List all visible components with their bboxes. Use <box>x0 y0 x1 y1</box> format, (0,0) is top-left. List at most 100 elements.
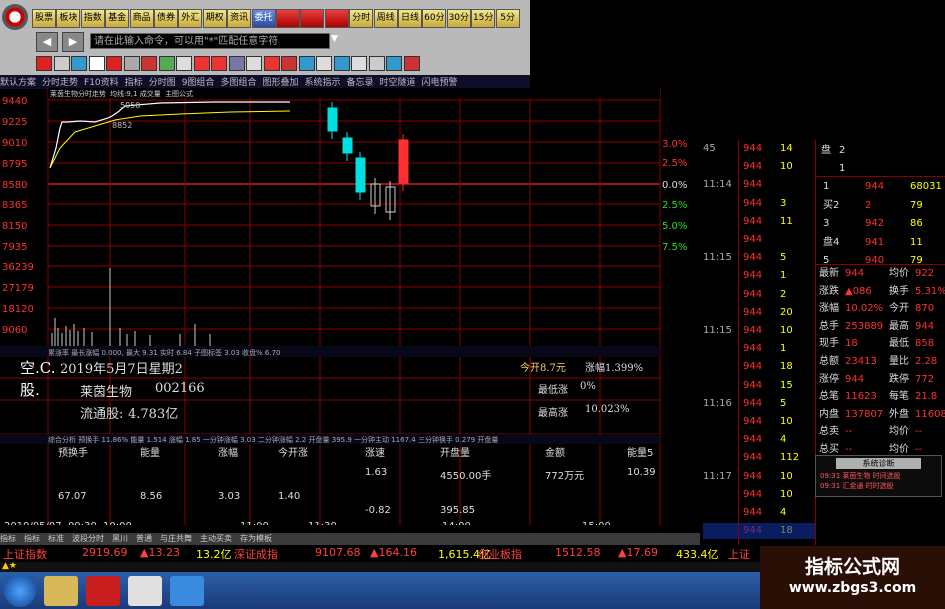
function-tab[interactable]: 图形叠加 <box>262 78 298 88</box>
toolbar-button-label: 5分 <box>500 13 515 23</box>
table-cell: 能量 <box>140 448 160 459</box>
tick-volume: 15 <box>780 379 793 391</box>
intraday-chart[interactable]: 9440 9225 9010 8795 8580 8365 8150 7935 3.0% 2.5%… <box>0 88 700 525</box>
tick-time <box>703 267 739 285</box>
toolbar-tool-icon[interactable] <box>88 56 105 71</box>
function-tab[interactable]: 指标 <box>125 78 143 88</box>
toolbar-tool-icon[interactable] <box>36 56 52 71</box>
toolbar-tool-icon[interactable] <box>141 56 157 71</box>
toolbar-tool-icon[interactable] <box>176 56 192 71</box>
toolbar-button-label: 指数 <box>83 13 102 23</box>
toolbar-button[interactable]: 基金 <box>105 9 130 28</box>
quote-field-value: 944 <box>845 373 865 385</box>
bottom-tab[interactable]: 普通 <box>136 534 152 543</box>
time-axis-label: 15:00 <box>582 521 611 525</box>
toolbar-button[interactable]: 60分 <box>422 9 447 28</box>
quote-field-label: 均价 <box>889 426 909 438</box>
toolbar-button[interactable]: 股票 <box>32 9 56 28</box>
bottom-tab[interactable]: 指标 <box>24 534 40 543</box>
toolbar-tool-icon[interactable] <box>403 56 420 71</box>
sz-index-name[interactable]: 深证成指 <box>234 546 278 562</box>
tick-time <box>703 286 739 304</box>
toolbar-button[interactable]: 委托 <box>251 9 276 28</box>
function-tab[interactable]: 多图组合 <box>220 78 256 88</box>
command-input[interactable]: 请在此输入命令，可以用"*"匹配任意字符 <box>90 33 330 49</box>
function-tab[interactable]: 闪电预警 <box>422 78 458 88</box>
chart-header-right: 主图公式 <box>165 89 193 98</box>
cy-index-name[interactable]: 创业板指 <box>478 546 522 562</box>
toolbar-tool-icon[interactable] <box>298 56 315 71</box>
function-tab[interactable]: 备忘录 <box>346 78 373 88</box>
function-tab[interactable]: 分时图 <box>149 78 176 88</box>
toolbar-tool-icon[interactable] <box>71 56 87 71</box>
toolbar-button[interactable] <box>324 9 349 28</box>
toolbar-button[interactable]: 外汇 <box>178 9 203 28</box>
toolbar-tool-icon[interactable] <box>333 56 350 71</box>
chart-app-icon[interactable] <box>128 576 162 606</box>
toolbar-button[interactable]: 5分 <box>495 9 520 28</box>
toolbar-button[interactable]: 指数 <box>80 9 105 28</box>
toolbar-tool-icon[interactable] <box>246 56 262 71</box>
toolbar-button[interactable]: 商品 <box>129 9 154 28</box>
indicator-line-1: 累涨率 最长涨幅 0.000, 最大 9.31 实时 6.84 子图标签 3.0… <box>48 348 281 357</box>
toolbar-tool-icon[interactable] <box>123 56 140 71</box>
quote-field-value: -- <box>915 426 923 438</box>
command-dropdown-icon[interactable]: ▼ <box>331 34 338 44</box>
toolbar-tool-icon[interactable] <box>368 56 385 71</box>
toolbar-tool-icon[interactable] <box>106 56 122 71</box>
ie-browser-icon[interactable] <box>170 576 204 606</box>
quote-field-value: 116082 <box>915 408 945 420</box>
bottom-tab[interactable]: 与庄共舞 <box>160 534 192 543</box>
toolbar-button[interactable]: 日线 <box>398 9 422 28</box>
toolbar-tool-icon[interactable] <box>211 56 227 71</box>
toolbar-tool-icon[interactable] <box>316 56 332 71</box>
toolbar-tool-icon[interactable] <box>263 56 280 71</box>
toolbar-button[interactable] <box>300 9 325 28</box>
bottom-tab[interactable]: 标准 <box>48 534 64 543</box>
tick-volume: 10 <box>780 161 793 173</box>
function-tab[interactable]: 系统指示 <box>304 78 340 88</box>
bottom-tab[interactable]: 指标 <box>0 534 16 543</box>
tick-volume: 10 <box>780 470 793 482</box>
sh-index-name[interactable]: 上证指数 <box>3 546 47 562</box>
toolbar-tool-icon[interactable] <box>158 56 175 71</box>
bottom-tab[interactable]: 主动买卖 <box>200 534 232 543</box>
tick-volume: 10 <box>780 416 793 427</box>
toolbar-button-label: 15分 <box>472 13 494 23</box>
toolbar-button[interactable]: 债券 <box>154 9 178 28</box>
function-tab[interactable]: 分时走势 <box>42 78 78 88</box>
toolbar-button[interactable] <box>276 9 300 28</box>
toolbar-tool-icon[interactable] <box>386 56 402 71</box>
time-axis-label: 10:00 <box>103 521 132 525</box>
toolbar-button[interactable]: 15分 <box>471 9 496 28</box>
bottom-tab[interactable]: 黑川 <box>112 534 128 543</box>
toolbar-tool-icon[interactable] <box>281 56 297 71</box>
toolbar-tool-icon[interactable] <box>228 56 245 71</box>
app-red-icon[interactable] <box>86 576 120 606</box>
bottom-tab[interactable]: 波段分时 <box>72 534 104 543</box>
tick-price: 944 <box>743 343 763 355</box>
toolbar-tool-icon[interactable] <box>53 56 70 71</box>
explorer-icon[interactable] <box>44 576 78 606</box>
function-tab[interactable]: 默认方案 <box>0 78 36 88</box>
toolbar-button[interactable]: 分时 <box>349 9 374 28</box>
function-tab[interactable]: 9图组合 <box>182 78 215 88</box>
toolbar-button[interactable]: 周线 <box>373 9 398 28</box>
candle-body <box>342 137 353 154</box>
toolbar-button[interactable]: 30分 <box>446 9 471 28</box>
function-tab[interactable]: F10资料 <box>84 78 119 88</box>
toolbar-tool-icon[interactable] <box>193 56 210 71</box>
back-arrow-icon[interactable]: ◀ <box>36 32 58 52</box>
bottom-tab[interactable]: 存为模板 <box>240 534 272 543</box>
quote-field-label: 今开 <box>889 303 909 315</box>
toolbar-button[interactable]: 板块 <box>56 9 81 28</box>
quote-field-label: 每笔 <box>889 391 909 403</box>
start-orb-icon[interactable] <box>4 575 36 607</box>
function-tab[interactable]: 时空隧道 <box>380 78 416 88</box>
diagnosis-row: 09:31 汇金通 时时选股 <box>820 482 894 490</box>
forward-arrow-icon[interactable]: ▶ <box>62 32 84 52</box>
toolbar-button[interactable]: 资讯 <box>227 9 252 28</box>
toolbar-tool-icon[interactable] <box>351 56 367 71</box>
toolbar-button[interactable]: 期权 <box>202 9 227 28</box>
diagnosis-popup[interactable]: 系统诊断 09:31 莱茵生物 时间选股 09:31 汇金通 时时选股 <box>815 455 942 497</box>
